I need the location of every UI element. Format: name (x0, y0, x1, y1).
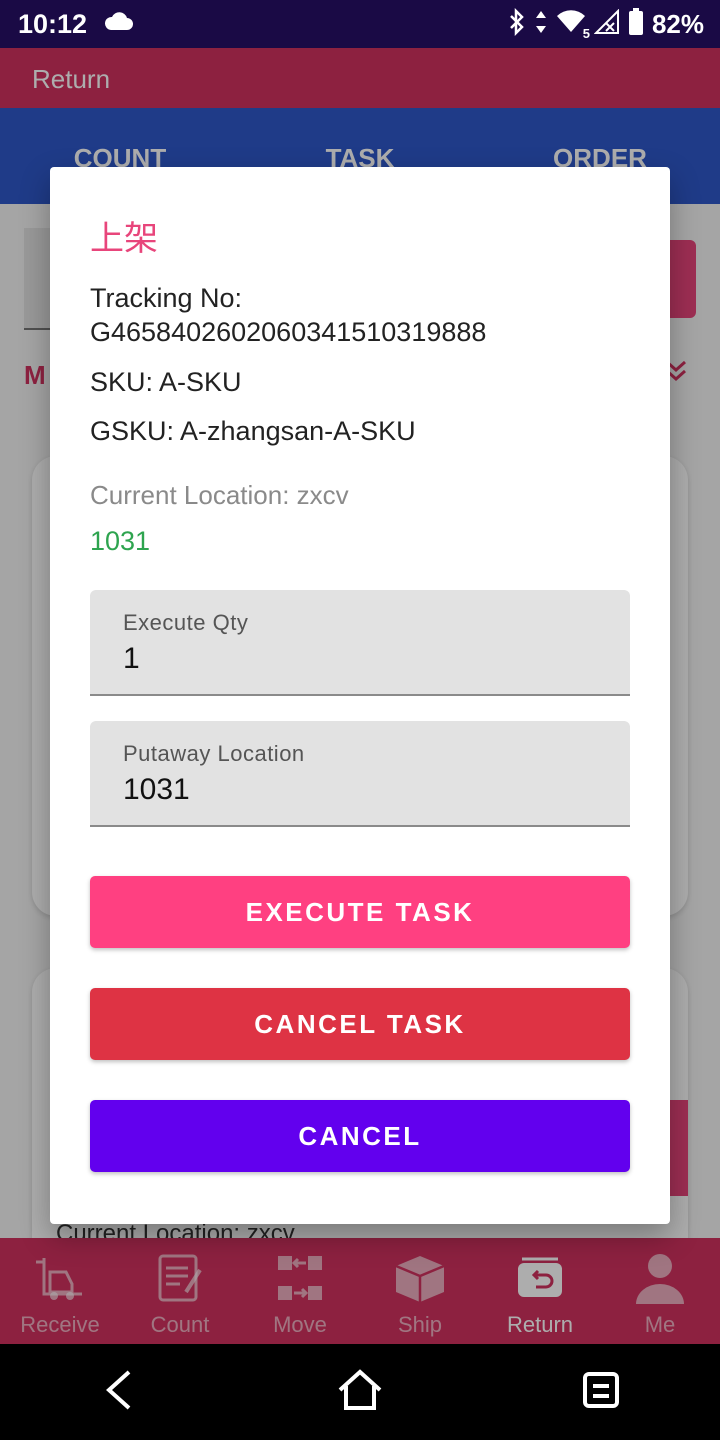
battery-icon (628, 7, 644, 41)
putaway-dialog: 上架 Tracking No: G46584026020603415103198… (50, 167, 670, 1224)
location-code: 1031 (90, 526, 151, 556)
network-badge: 5 (582, 25, 590, 41)
bluetooth-icon (508, 7, 526, 41)
recents-icon[interactable] (581, 1370, 621, 1415)
data-arrows-icon (534, 9, 548, 40)
back-icon[interactable] (99, 1368, 139, 1417)
cloud-icon (103, 11, 134, 37)
execute-qty-field[interactable]: Execute Qty 1 (90, 590, 630, 696)
tracking-number: Tracking No: G4658402602060341510319888 (90, 283, 487, 347)
putaway-location-field[interactable]: Putaway Location 1031 (90, 721, 630, 827)
home-icon[interactable] (336, 1368, 384, 1417)
putaway-location-value[interactable]: 1031 (123, 773, 190, 807)
execute-qty-label: Execute Qty (123, 610, 249, 635)
sku-text: SKU: A-SKU (90, 367, 242, 397)
signal-icon (593, 8, 620, 40)
putaway-location-label: Putaway Location (123, 741, 305, 766)
current-location: Current Location: zxcv (90, 480, 349, 510)
status-time: 10:12 (18, 8, 88, 39)
execute-task-button[interactable]: EXECUTE TASK (90, 876, 630, 948)
system-nav-bar (0, 1344, 720, 1440)
execute-qty-value[interactable]: 1 (123, 642, 140, 676)
cancel-button[interactable]: CANCEL (90, 1100, 630, 1172)
dialog-title: 上架 (90, 219, 158, 259)
wifi-icon: 5 (556, 9, 590, 41)
gsku-text: GSKU: A-zhangsan-A-SKU (90, 416, 416, 446)
cancel-task-button[interactable]: CANCEL TASK (90, 988, 630, 1060)
battery-percent: 82% (651, 8, 704, 39)
status-icons: 5 82% (508, 7, 704, 41)
status-bar: 10:12 5 82% (0, 0, 720, 48)
